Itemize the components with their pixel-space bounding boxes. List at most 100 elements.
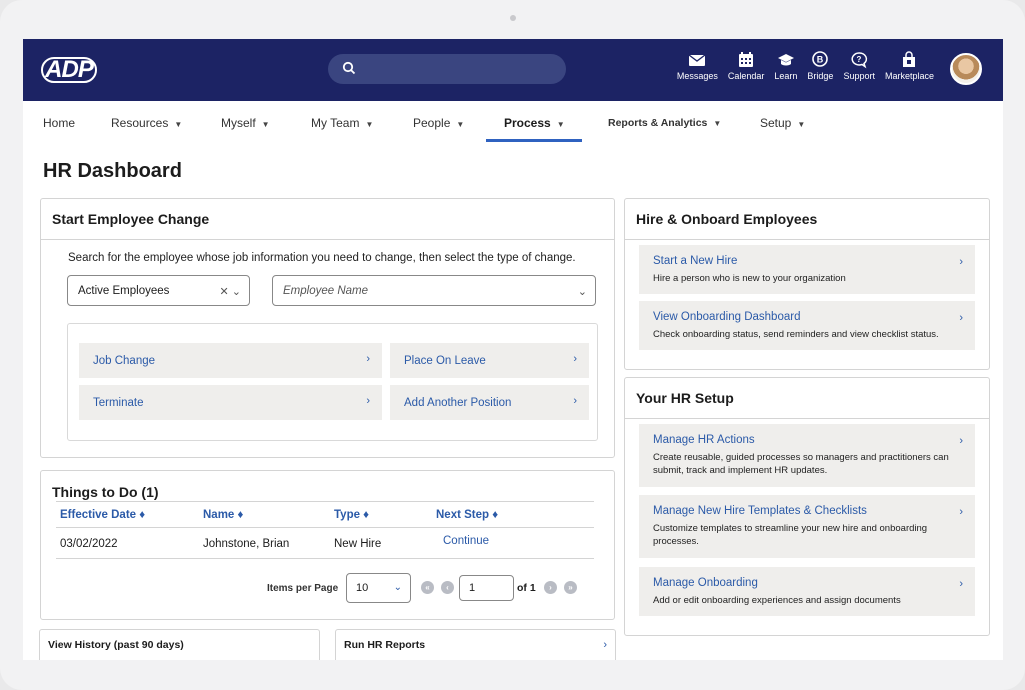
employee-change-title: Start Employee Change (41, 199, 614, 240)
nav-process-label: Process (504, 116, 551, 130)
caret-down-icon: ▼ (456, 120, 465, 129)
messages-label: Messages (676, 71, 718, 81)
page-title: HR Dashboard (43, 160, 182, 182)
hire-onboard-panel: Hire & Onboard Employees Start a New Hir… (624, 198, 990, 370)
chevron-right-icon: › (959, 435, 963, 447)
messages-button[interactable]: Messages (672, 51, 723, 81)
place-on-leave-label: Place On Leave (404, 354, 486, 367)
chevron-right-icon: › (959, 578, 963, 590)
manage-onboarding-link: Manage Onboarding (653, 577, 758, 589)
items-per-page-select[interactable]: 10 ⌄ (346, 573, 411, 603)
page-count: of 1 (517, 582, 536, 594)
manage-hr-actions-link: Manage HR Actions (653, 434, 755, 446)
row-type: New Hire (334, 538, 382, 550)
things-to-do-panel: Things to Do (1) Effective Date ♦ Name ♦… (40, 470, 615, 620)
table-header-border (56, 527, 594, 528)
nav-setup-label: Setup (760, 116, 792, 130)
first-page-icon[interactable]: « (421, 581, 434, 594)
place-on-leave-button[interactable]: Place On Leave › (390, 343, 589, 378)
page-number-value: 1 (469, 582, 476, 594)
col-effective-date[interactable]: Effective Date ♦ (60, 509, 145, 521)
add-another-position-button[interactable]: Add Another Position › (390, 385, 589, 420)
employee-status-select[interactable]: Active Employees ✕ ⌄ (67, 275, 250, 306)
laptop-frame: ADP Messages Calendar Learn B Bridge ? S… (0, 0, 1025, 690)
clear-chevron-icon[interactable]: ✕ ⌄ (220, 285, 242, 298)
marketplace-button[interactable]: Marketplace (880, 51, 939, 81)
col-type[interactable]: Type ♦ (334, 509, 369, 521)
nav-people-label: People (413, 116, 451, 130)
svg-text:B: B (817, 55, 824, 65)
page-number-input[interactable]: 1 (459, 575, 514, 601)
chevron-right-icon: › (366, 395, 370, 407)
learn-button[interactable]: Learn (769, 51, 802, 81)
nav-home[interactable]: Home (43, 116, 75, 130)
chevron-right-icon: › (603, 639, 607, 651)
nav-people[interactable]: People ▼ (413, 116, 464, 130)
manage-onboarding-desc: Add or edit onboarding experiences and a… (653, 595, 901, 606)
prev-page-icon[interactable]: ‹ (441, 581, 454, 594)
start-new-hire-desc: Hire a person who is new to your organiz… (653, 273, 846, 284)
col-name[interactable]: Name ♦ (203, 509, 243, 521)
run-hr-reports-panel[interactable]: Run HR Reports › (335, 629, 616, 660)
header-tools: Messages Calendar Learn B Bridge ? Suppo… (672, 51, 939, 81)
row-effective-date: 03/02/2022 (60, 538, 118, 550)
terminate-button[interactable]: Terminate › (79, 385, 382, 420)
chevron-down-icon: ⌄ (577, 286, 587, 298)
shop-bag-icon (903, 51, 916, 67)
calendar-label: Calendar (727, 71, 765, 81)
run-hr-reports-title: Run HR Reports (344, 639, 426, 651)
app-screen: ADP Messages Calendar Learn B Bridge ? S… (23, 39, 1003, 660)
calendar-button[interactable]: Calendar (723, 51, 770, 81)
manage-hr-actions-desc: Create reusable, guided processes so man… (653, 452, 949, 476)
global-search[interactable] (328, 54, 566, 84)
active-tab-underline (486, 139, 582, 142)
calendar-icon (739, 52, 754, 67)
table-top-border (56, 501, 594, 502)
support-button[interactable]: ? Support (838, 51, 880, 81)
chevron-down-icon: ⌄ (393, 582, 402, 593)
bridge-label: Bridge (807, 71, 834, 81)
view-onboarding-dashboard-desc: Check onboarding status, send reminders … (653, 329, 939, 340)
top-bar: ADP Messages Calendar Learn B Bridge ? S… (23, 39, 1003, 101)
last-page-icon[interactable]: » (564, 581, 577, 594)
nav-reports-label: Reports & Analytics (608, 117, 708, 129)
search-icon (342, 61, 356, 75)
manage-onboarding-card[interactable]: Manage Onboarding Add or edit onboarding… (639, 567, 975, 616)
bridge-button[interactable]: B Bridge (802, 51, 838, 81)
user-avatar[interactable] (950, 53, 982, 85)
nav-process[interactable]: Process ▼ (504, 116, 565, 130)
employee-name-placeholder: Employee Name (283, 284, 369, 297)
terminate-label: Terminate (93, 396, 144, 409)
caret-down-icon: ▼ (556, 120, 565, 129)
nav-resources[interactable]: Resources ▼ (111, 116, 182, 130)
items-per-page-value: 10 (356, 582, 369, 594)
envelope-icon (688, 54, 706, 66)
job-change-label: Job Change (93, 354, 156, 367)
manage-hr-actions-card[interactable]: Manage HR Actions Create reusable, guide… (639, 424, 975, 487)
nav-my-team[interactable]: My Team ▼ (311, 116, 373, 130)
manage-new-hire-templates-card[interactable]: Manage New Hire Templates & Checklists C… (639, 495, 975, 558)
nav-myself[interactable]: Myself ▼ (221, 116, 270, 130)
adp-logo[interactable]: ADP (41, 57, 97, 83)
manage-new-hire-templates-link: Manage New Hire Templates & Checklists (653, 505, 867, 517)
view-onboarding-dashboard-link: View Onboarding Dashboard (653, 311, 801, 323)
nav-resources-label: Resources (111, 116, 169, 130)
next-page-icon[interactable]: › (544, 581, 557, 594)
employee-name-input[interactable]: Employee Name ⌄ (272, 275, 596, 306)
support-label: Support (843, 71, 875, 81)
nav-reports-analytics[interactable]: Reports & Analytics ▼ (608, 117, 721, 129)
change-type-box: Job Change › Place On Leave › Terminate › A… (67, 323, 598, 441)
job-change-button[interactable]: Job Change › (79, 343, 382, 378)
view-history-panel[interactable]: View History (past 90 days) (39, 629, 320, 660)
continue-link[interactable]: Continue (443, 535, 489, 547)
bridge-icon: B (812, 51, 829, 67)
view-onboarding-dashboard-card[interactable]: View Onboarding Dashboard Check onboardi… (639, 301, 975, 350)
hr-setup-panel: Your HR Setup Manage HR Actions Create r… (624, 377, 990, 636)
table-row-border (56, 558, 594, 559)
caret-down-icon: ▼ (174, 120, 183, 129)
col-next-step[interactable]: Next Step ♦ (436, 509, 498, 521)
caret-down-icon: ▼ (365, 120, 374, 129)
chevron-right-icon: › (959, 506, 963, 518)
start-new-hire-card[interactable]: Start a New Hire Hire a person who is ne… (639, 245, 975, 294)
nav-setup[interactable]: Setup ▼ (760, 116, 805, 130)
